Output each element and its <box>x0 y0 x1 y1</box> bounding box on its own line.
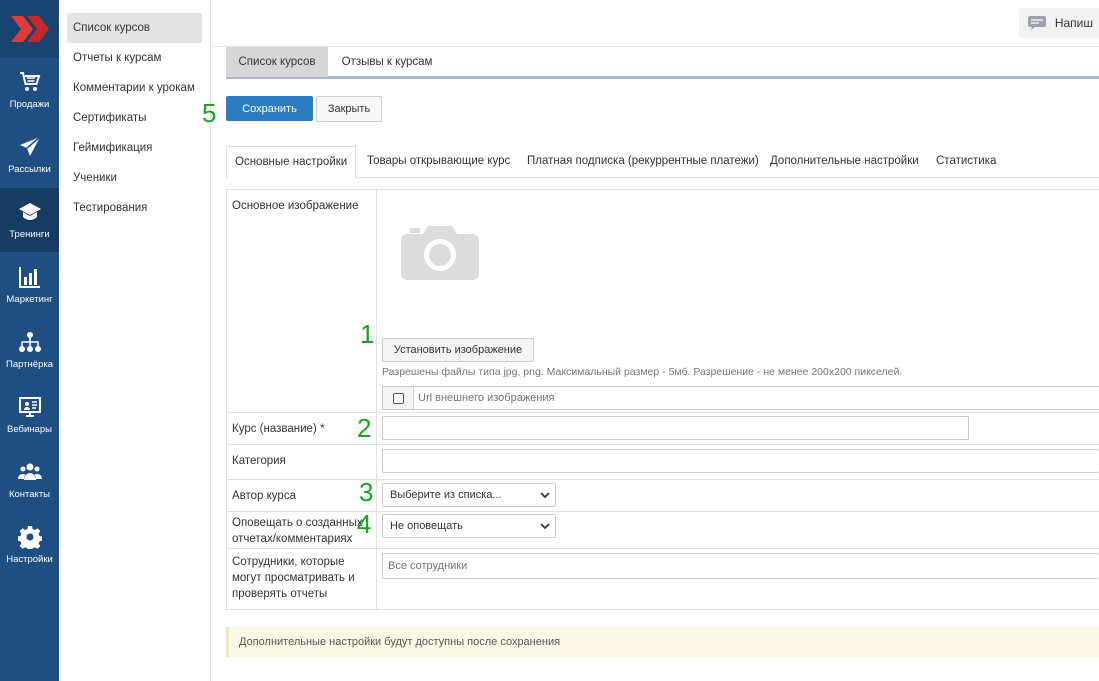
chevron-down-icon <box>540 523 550 530</box>
course-author-label: Автор курса <box>227 480 377 511</box>
cart-icon <box>19 72 40 91</box>
topbar: Напиш <box>211 0 1099 47</box>
rail-label: Рассылки <box>8 164 51 175</box>
category-label: Категория <box>227 445 377 479</box>
image-field: Установить изображение Разрешены файлы т… <box>377 190 1099 412</box>
paper-plane-icon <box>19 136 40 156</box>
users-icon <box>17 463 42 480</box>
submenu-item-certificates[interactable]: Сертификаты <box>67 103 202 133</box>
rail-item-partners[interactable]: Партнёрка <box>0 318 59 382</box>
submenu: Список курсов Отчеты к курсам Комментари… <box>59 0 211 681</box>
course-name-label: Курс (название) * <box>227 413 377 444</box>
logo[interactable] <box>0 0 59 58</box>
close-button[interactable]: Закрыть <box>316 96 382 122</box>
notify-field: Не оповещать <box>377 512 1099 548</box>
main-nav-rail: Продажи Рассылки Тренинги Маркетинг Парт… <box>0 0 59 681</box>
rail-item-sales[interactable]: Продажи <box>0 58 59 122</box>
page-tabs: Список курсов Отзывы к курсам <box>226 47 1099 79</box>
rail-item-contacts[interactable]: Контакты <box>0 448 59 512</box>
save-first-notice: Дополнительные настройки будут доступны … <box>226 627 1099 657</box>
chevrons-logo-icon <box>10 16 49 42</box>
course-name-field <box>377 413 1099 444</box>
category-input[interactable] <box>382 449 1099 473</box>
annotation-number: 4 <box>357 509 372 539</box>
tab-course-list[interactable]: Список курсов <box>226 47 328 77</box>
staff-input[interactable] <box>382 553 1099 579</box>
rail-item-settings[interactable]: Настройки <box>0 513 59 577</box>
course-name-input[interactable] <box>382 416 969 440</box>
category-field <box>377 445 1099 479</box>
staff-field <box>377 549 1099 610</box>
tab-products-opening-course[interactable]: Товары открывающие курс <box>367 146 510 178</box>
image-hint: Разрешены файлы типа jpg, png. Максималь… <box>382 366 903 378</box>
rail-label: Тренинги <box>9 229 50 240</box>
rail-label: Продажи <box>9 99 50 110</box>
course-author-select[interactable]: Выберите из списка... <box>382 483 556 507</box>
image-label: Основное изображение <box>227 190 377 412</box>
submenu-item-gamification[interactable]: Геймификация <box>67 133 202 163</box>
write-message-label: Напиш <box>1054 16 1093 30</box>
submenu-item-lesson-comments[interactable]: Комментарии к урокам <box>67 73 202 103</box>
main-content: Список курсов Отзывы к курсам 5 Сохранит… <box>202 47 1099 681</box>
submenu-item-course-list[interactable]: Список курсов <box>67 13 202 43</box>
rail-label: Маркетинг <box>6 294 53 305</box>
network-icon <box>18 332 41 352</box>
rail-label: Партнёрка <box>6 359 53 370</box>
annotation-number: 1 <box>360 319 375 349</box>
rail-item-webinars[interactable]: Вебинары <box>0 383 59 447</box>
camera-placeholder-icon <box>401 226 479 280</box>
notify-label: Оповещать о созданных отчетах/комментари… <box>227 512 377 548</box>
rail-item-marketing[interactable]: Маркетинг <box>0 253 59 317</box>
rail-label: Контакты <box>8 489 51 500</box>
form-row-image: Основное изображение Установить изображе… <box>227 190 1099 413</box>
write-message-button[interactable]: Напиш <box>1018 8 1099 38</box>
checkbox-box <box>392 392 404 404</box>
submenu-item-students[interactable]: Ученики <box>67 163 202 193</box>
submenu-item-tests[interactable]: Тестирования <box>67 193 202 223</box>
rail-label: Вебинары <box>7 424 52 435</box>
notify-value: Не оповещать <box>390 520 463 532</box>
graduation-cap-icon <box>18 203 41 220</box>
form-tabs: Основные настройки Товары открывающие ку… <box>226 146 1099 179</box>
course-settings-form: Основное изображение Установить изображе… <box>226 189 1099 610</box>
external-url-checkbox[interactable] <box>383 387 414 409</box>
bar-chart-icon <box>18 267 40 288</box>
annotation-number: 2 <box>357 413 372 443</box>
form-row-author: Автор курса Выберите из списка... <box>227 480 1099 512</box>
chevron-down-icon <box>540 492 550 499</box>
annotation-number: 3 <box>359 477 374 507</box>
course-author-value: Выберите из списка... <box>390 489 502 501</box>
external-image-url-group <box>382 386 1099 410</box>
presentation-icon <box>18 397 41 417</box>
tab-paid-subscription[interactable]: Платная подписка (рекуррентные платежи) <box>527 146 759 178</box>
tab-statistics[interactable]: Статистика <box>936 146 996 178</box>
gear-icon <box>17 526 42 549</box>
set-image-button[interactable]: Установить изображение <box>382 338 534 362</box>
rail-item-mailings[interactable]: Рассылки <box>0 123 59 187</box>
tab-additional-settings[interactable]: Дополнительные настройки <box>770 146 919 178</box>
rail-item-trainings[interactable]: Тренинги <box>0 188 59 252</box>
tab-course-reviews[interactable]: Отзывы к курсам <box>332 47 442 77</box>
submenu-item-course-reports[interactable]: Отчеты к курсам <box>67 43 202 73</box>
save-button[interactable]: Сохранить <box>226 96 313 121</box>
form-row-staff: Сотрудники, которые могут просматривать … <box>227 549 1099 610</box>
external-url-input[interactable] <box>414 387 1099 409</box>
staff-label: Сотрудники, которые могут просматривать … <box>227 549 377 610</box>
form-row-category: Категория <box>227 445 1099 480</box>
notify-select[interactable]: Не оповещать <box>382 514 556 538</box>
course-author-field: Выберите из списка... <box>377 480 1099 511</box>
rail-label: Настройки <box>6 554 53 565</box>
annotation-number: 5 <box>202 98 217 128</box>
tab-main-settings[interactable]: Основные настройки <box>226 146 357 179</box>
chat-bubble-icon <box>1027 16 1046 30</box>
